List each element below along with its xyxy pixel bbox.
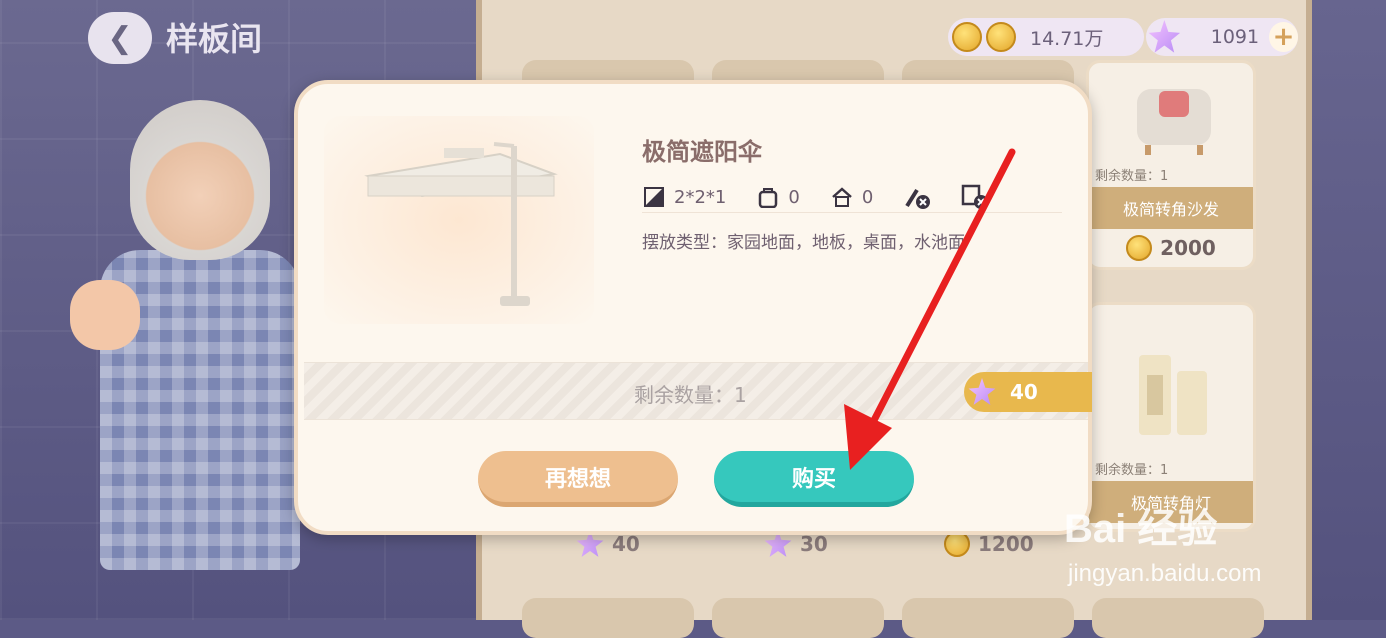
item-stats: 2*2*1 0 0: [642, 182, 1062, 213]
watermark-logo: Bai 经验: [1064, 507, 1218, 551]
item-title: 极简遮阳伞: [642, 138, 762, 166]
item-remaining: 剩余数量：1: [1095, 463, 1169, 478]
page-title: 样板间: [166, 20, 263, 58]
house-icon: [830, 185, 854, 209]
placement-type: 摆放类型：家园地面，地板，桌面，水池面: [642, 233, 965, 253]
coin-icon: [1126, 235, 1153, 261]
coin-icon: [986, 22, 1016, 52]
stat-size: 2*2*1: [642, 185, 726, 209]
character-head: [130, 100, 270, 260]
add-currency-button[interactable]: +: [1269, 22, 1298, 52]
item-price: 2000: [1089, 235, 1253, 261]
back-button[interactable]: ❮: [88, 12, 152, 64]
star-icon: [968, 378, 996, 405]
shelf-item-sofa[interactable]: 剩余数量：1 极简转角沙发 2000: [1086, 60, 1256, 270]
lantern-icon: [1139, 355, 1207, 435]
buy-button[interactable]: 购买: [714, 451, 914, 507]
cancel-button[interactable]: 再想想: [478, 451, 678, 507]
not-sweepable-icon: [903, 184, 931, 210]
price-tag: 40: [964, 372, 1092, 412]
character-hand: [70, 280, 140, 350]
shelf-card[interactable]: [712, 598, 884, 638]
coin-balance: 14.71万: [948, 18, 1144, 56]
size-icon: [642, 185, 666, 209]
shelf-card[interactable]: [902, 598, 1074, 638]
parasol-icon: [364, 142, 558, 306]
star-amount: 1091: [1210, 26, 1260, 48]
purchase-dialog: 极简遮阳伞 2*2*1 0 0 摆放类型：家园地面，地板，桌面，水池面 剩余数量…: [294, 80, 1092, 535]
remaining-count: 剩余数量：1: [634, 383, 747, 407]
coin-icon: [952, 22, 982, 52]
star-balance: 1091 +: [1146, 18, 1298, 56]
watermark-url: jingyan.baidu.com: [1068, 560, 1262, 587]
item-name: 极简转角沙发: [1089, 187, 1253, 229]
stat-storage: 0: [756, 185, 800, 209]
chevron-left-icon: ❮: [107, 20, 133, 56]
item-preview: [324, 116, 594, 324]
bag-icon: [756, 185, 780, 209]
coin-amount: 14.71万: [1030, 27, 1104, 50]
background-right: [1300, 0, 1386, 620]
not-tradable-icon: [961, 184, 989, 210]
shelf-card[interactable]: [522, 598, 694, 638]
star-icon: [1148, 20, 1181, 53]
item-remaining: 剩余数量：1: [1095, 169, 1169, 184]
corner-sofa-icon: [1137, 89, 1211, 155]
stat-comfort: 0: [830, 185, 873, 209]
shelf-card[interactable]: [1092, 598, 1264, 638]
